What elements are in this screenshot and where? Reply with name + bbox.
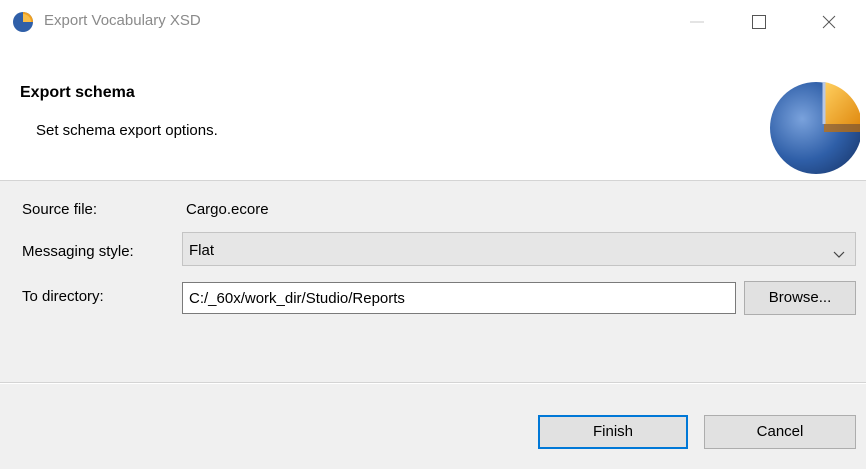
maximize-button[interactable] xyxy=(736,0,782,44)
wizard-banner: Export schema Set schema export options. xyxy=(0,44,866,181)
export-dialog: Export Vocabulary XSD Export schema Set … xyxy=(0,0,866,469)
window-title: Export Vocabulary XSD xyxy=(44,12,201,29)
close-button[interactable] xyxy=(806,0,852,44)
maximize-icon xyxy=(752,15,766,29)
title-bar: Export Vocabulary XSD xyxy=(0,0,866,44)
wizard-pie-graphic xyxy=(764,74,862,178)
messaging-style-select[interactable]: Flat xyxy=(182,232,856,266)
close-icon xyxy=(822,15,836,29)
to-directory-label: To directory: xyxy=(22,288,104,305)
messaging-style-label: Messaging style: xyxy=(22,243,134,260)
minimize-icon xyxy=(690,21,704,23)
chevron-down-icon xyxy=(833,246,845,263)
source-file-value: Cargo.ecore xyxy=(186,201,269,218)
page-description: Set schema export options. xyxy=(36,122,218,139)
finish-button[interactable]: Finish xyxy=(538,415,688,449)
page-title: Export schema xyxy=(20,84,135,101)
footer-separator-highlight xyxy=(0,383,866,384)
source-file-label: Source file: xyxy=(22,201,98,218)
minimize-button[interactable] xyxy=(674,0,720,44)
app-icon xyxy=(12,11,34,33)
cancel-button[interactable]: Cancel xyxy=(704,415,856,449)
to-directory-input[interactable] xyxy=(182,282,736,314)
messaging-style-value: Flat xyxy=(189,242,215,259)
browse-button[interactable]: Browse... xyxy=(744,281,856,315)
